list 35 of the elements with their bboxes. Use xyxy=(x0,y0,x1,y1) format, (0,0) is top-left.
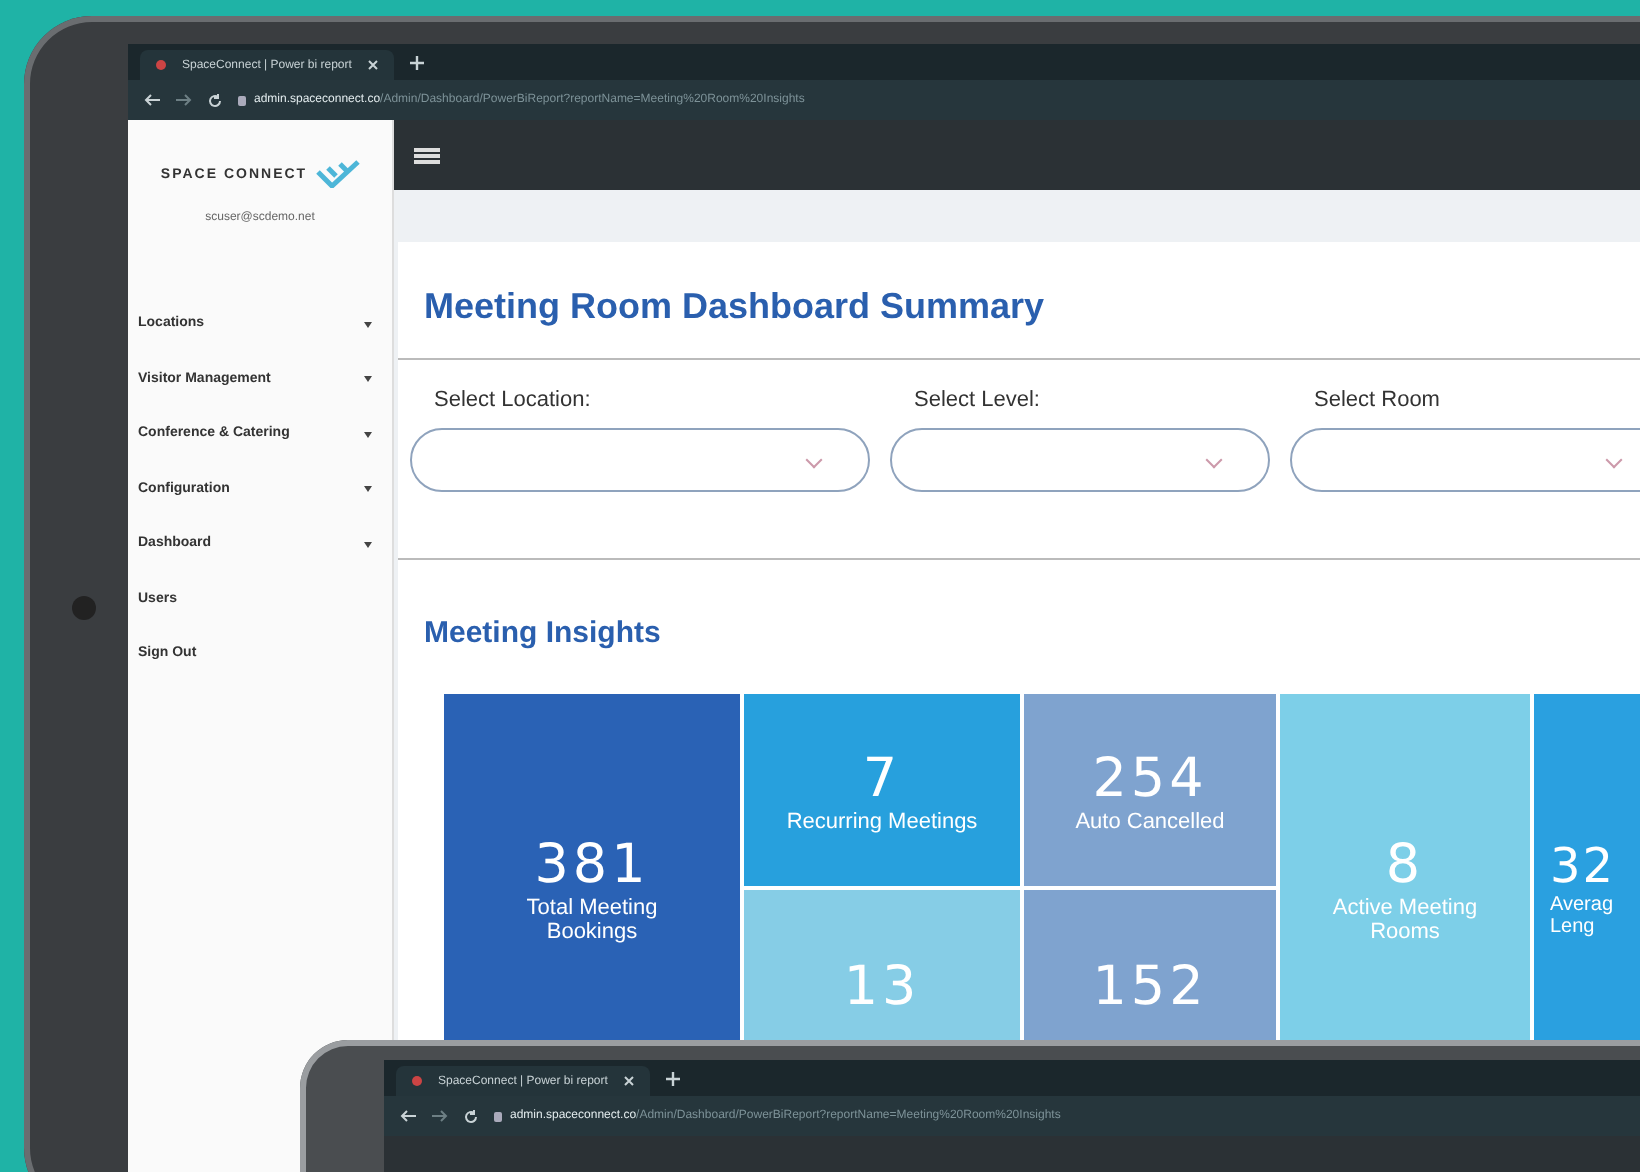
metric-value: 254 xyxy=(1092,747,1208,809)
reload-icon[interactable] xyxy=(464,1109,478,1123)
metric-value: 13 xyxy=(843,955,921,1017)
new-tab-icon[interactable] xyxy=(409,55,424,69)
field-label: Select Location: xyxy=(432,388,593,412)
metric-value: 152 xyxy=(1092,955,1208,1017)
metric-value: 8 xyxy=(1385,833,1425,895)
metric-label: Auto Cancelled xyxy=(1075,809,1225,833)
metric-value: 381 xyxy=(534,833,650,895)
favicon-icon xyxy=(156,60,166,70)
new-tab-icon[interactable] xyxy=(665,1071,680,1085)
metric-label: Active Meeting Rooms xyxy=(1330,895,1480,943)
metric-label: Recurring Meetings xyxy=(786,809,978,833)
close-icon[interactable] xyxy=(367,60,378,70)
menu-icon[interactable] xyxy=(414,147,440,163)
metric-value: 32 xyxy=(1550,838,1616,894)
select-field[interactable] xyxy=(1290,428,1640,492)
forward-arrow-icon[interactable] xyxy=(176,94,192,106)
reload-icon[interactable] xyxy=(208,93,222,107)
select-field[interactable] xyxy=(890,428,1270,492)
logo-icon xyxy=(315,160,360,188)
back-arrow-icon[interactable] xyxy=(400,1110,416,1122)
close-icon[interactable] xyxy=(623,1076,634,1086)
section-title: Meeting Insights xyxy=(424,616,663,650)
camera-icon xyxy=(72,596,96,620)
field-label: Select Room xyxy=(1312,388,1442,412)
metric-label: Averag Leng xyxy=(1550,894,1616,938)
forward-arrow-icon[interactable] xyxy=(432,1110,448,1122)
field-label: Select Level: xyxy=(912,388,1042,412)
favicon-icon xyxy=(412,1076,422,1086)
select-field[interactable] xyxy=(410,428,870,492)
back-arrow-icon[interactable] xyxy=(144,94,160,106)
metric-value: 7 xyxy=(862,747,902,809)
page-title: Meeting Room Dashboard Summary xyxy=(424,286,1047,328)
metric-label: Total Meeting Bookings xyxy=(524,895,660,943)
